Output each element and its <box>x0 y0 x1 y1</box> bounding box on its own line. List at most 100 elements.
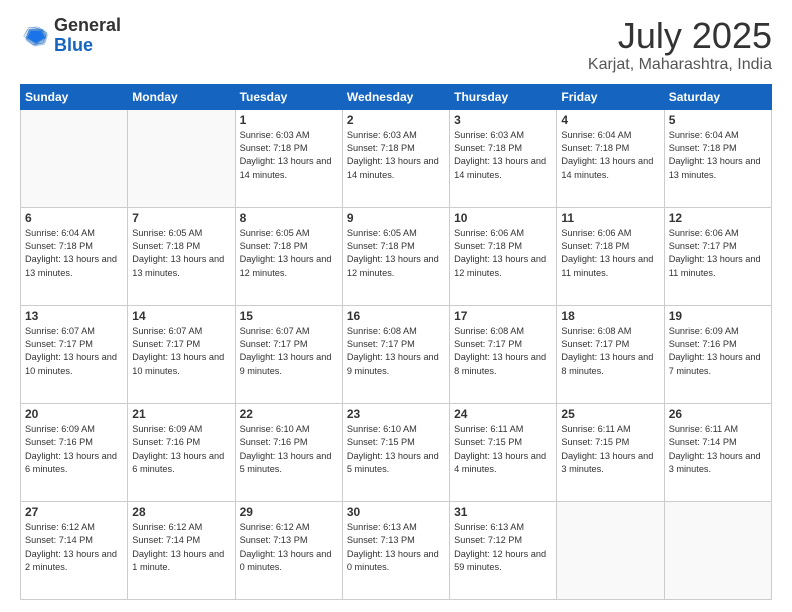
day-number: 19 <box>669 309 767 323</box>
day-number: 21 <box>132 407 230 421</box>
day-info: Sunrise: 6:07 AM Sunset: 7:17 PM Dayligh… <box>132 325 230 378</box>
day-number: 31 <box>454 505 552 519</box>
day-number: 23 <box>347 407 445 421</box>
day-info: Sunrise: 6:09 AM Sunset: 7:16 PM Dayligh… <box>132 423 230 476</box>
calendar-cell: 11 Sunrise: 6:06 AM Sunset: 7:18 PM Dayli… <box>557 207 664 305</box>
calendar-cell: 13 Sunrise: 6:07 AM Sunset: 7:17 PM Dayli… <box>21 305 128 403</box>
day-info: Sunrise: 6:11 AM Sunset: 7:15 PM Dayligh… <box>561 423 659 476</box>
day-number: 1 <box>240 113 338 127</box>
day-number: 26 <box>669 407 767 421</box>
day-number: 10 <box>454 211 552 225</box>
calendar-cell: 19 Sunrise: 6:09 AM Sunset: 7:16 PM Dayli… <box>664 305 771 403</box>
calendar-week-5: 27 Sunrise: 6:12 AM Sunset: 7:14 PM Dayli… <box>21 501 772 599</box>
calendar-cell: 20 Sunrise: 6:09 AM Sunset: 7:16 PM Dayli… <box>21 403 128 501</box>
day-number: 9 <box>347 211 445 225</box>
logo-inner: General Blue <box>20 16 121 56</box>
day-number: 25 <box>561 407 659 421</box>
day-number: 28 <box>132 505 230 519</box>
day-info: Sunrise: 6:10 AM Sunset: 7:15 PM Dayligh… <box>347 423 445 476</box>
calendar-cell: 7 Sunrise: 6:05 AM Sunset: 7:18 PM Daylig… <box>128 207 235 305</box>
calendar-week-2: 6Sunrise: 6:04 AM Sunset: 7:18 PM Daylig… <box>21 207 772 305</box>
calendar-cell: 27 Sunrise: 6:12 AM Sunset: 7:14 PM Dayli… <box>21 501 128 599</box>
header-row: Sunday Monday Tuesday Wednesday Thursday… <box>21 84 772 109</box>
day-number: 29 <box>240 505 338 519</box>
calendar-cell: 24 Sunrise: 6:11 AM Sunset: 7:15 PM Dayli… <box>450 403 557 501</box>
calendar-cell: 14 Sunrise: 6:07 AM Sunset: 7:17 PM Dayli… <box>128 305 235 403</box>
day-number: 12 <box>669 211 767 225</box>
day-number: 5 <box>669 113 767 127</box>
day-info: Sunrise: 6:06 AM Sunset: 7:18 PM Dayligh… <box>454 227 552 280</box>
day-info: Sunrise: 6:11 AM Sunset: 7:15 PM Dayligh… <box>454 423 552 476</box>
logo: General Blue <box>20 16 121 56</box>
calendar-cell: 28 Sunrise: 6:12 AM Sunset: 7:14 PM Dayli… <box>128 501 235 599</box>
calendar-cell: 9 Sunrise: 6:05 AM Sunset: 7:18 PM Daylig… <box>342 207 449 305</box>
logo-text: General Blue <box>54 16 121 56</box>
day-number: 27 <box>25 505 123 519</box>
calendar-cell: 12 Sunrise: 6:06 AM Sunset: 7:17 PM Dayli… <box>664 207 771 305</box>
calendar-cell: 15 Sunrise: 6:07 AM Sunset: 7:17 PM Dayli… <box>235 305 342 403</box>
day-info: Sunrise: 6:08 AM Sunset: 7:17 PM Dayligh… <box>561 325 659 378</box>
day-number: 16 <box>347 309 445 323</box>
calendar-header: Sunday Monday Tuesday Wednesday Thursday… <box>21 84 772 109</box>
day-info: Sunrise: 6:13 AM Sunset: 7:13 PM Dayligh… <box>347 521 445 574</box>
day-info: Sunrise: 6:09 AM Sunset: 7:16 PM Dayligh… <box>25 423 123 476</box>
calendar-cell: 5 Sunrise: 6:04 AM Sunset: 7:18 PM Daylig… <box>664 109 771 207</box>
day-info: Sunrise: 6:04 AM Sunset: 7:18 PM Dayligh… <box>561 129 659 182</box>
day-info: Sunrise: 6:07 AM Sunset: 7:17 PM Dayligh… <box>240 325 338 378</box>
day-info: Sunrise: 6:04 AM Sunset: 7:18 PM Dayligh… <box>25 227 123 280</box>
calendar-cell: 25 Sunrise: 6:11 AM Sunset: 7:15 PM Dayli… <box>557 403 664 501</box>
calendar-cell: 16 Sunrise: 6:08 AM Sunset: 7:17 PM Dayli… <box>342 305 449 403</box>
day-number: 18 <box>561 309 659 323</box>
calendar-week-1: 1 Sunrise: 6:03 AM Sunset: 7:18 PM Daylig… <box>21 109 772 207</box>
day-info: Sunrise: 6:05 AM Sunset: 7:18 PM Dayligh… <box>240 227 338 280</box>
day-number: 22 <box>240 407 338 421</box>
col-saturday: Saturday <box>664 84 771 109</box>
day-info: Sunrise: 6:03 AM Sunset: 7:18 PM Dayligh… <box>240 129 338 182</box>
day-info: Sunrise: 6:05 AM Sunset: 7:18 PM Dayligh… <box>132 227 230 280</box>
day-number: 11 <box>561 211 659 225</box>
day-number: 7 <box>132 211 230 225</box>
day-info: Sunrise: 6:04 AM Sunset: 7:18 PM Dayligh… <box>669 129 767 182</box>
day-info: Sunrise: 6:13 AM Sunset: 7:12 PM Dayligh… <box>454 521 552 574</box>
calendar-cell: 8Sunrise: 6:05 AM Sunset: 7:18 PM Daylig… <box>235 207 342 305</box>
day-info: Sunrise: 6:08 AM Sunset: 7:17 PM Dayligh… <box>347 325 445 378</box>
calendar-cell <box>128 109 235 207</box>
logo-general-text: General <box>54 16 121 36</box>
header: General Blue July 2025 Karjat, Maharasht… <box>20 16 772 74</box>
day-info: Sunrise: 6:06 AM Sunset: 7:17 PM Dayligh… <box>669 227 767 280</box>
col-tuesday: Tuesday <box>235 84 342 109</box>
col-sunday: Sunday <box>21 84 128 109</box>
day-number: 2 <box>347 113 445 127</box>
location-subtitle: Karjat, Maharashtra, India <box>588 56 772 74</box>
calendar-cell: 31 Sunrise: 6:13 AM Sunset: 7:12 PM Dayli… <box>450 501 557 599</box>
col-wednesday: Wednesday <box>342 84 449 109</box>
day-info: Sunrise: 6:03 AM Sunset: 7:18 PM Dayligh… <box>454 129 552 182</box>
day-info: Sunrise: 6:12 AM Sunset: 7:13 PM Dayligh… <box>240 521 338 574</box>
day-info: Sunrise: 6:10 AM Sunset: 7:16 PM Dayligh… <box>240 423 338 476</box>
calendar-cell: 18 Sunrise: 6:08 AM Sunset: 7:17 PM Dayli… <box>557 305 664 403</box>
calendar-cell: 23 Sunrise: 6:10 AM Sunset: 7:15 PM Dayli… <box>342 403 449 501</box>
calendar-table: Sunday Monday Tuesday Wednesday Thursday… <box>20 84 772 600</box>
day-info: Sunrise: 6:09 AM Sunset: 7:16 PM Dayligh… <box>669 325 767 378</box>
day-number: 4 <box>561 113 659 127</box>
calendar-cell: 1 Sunrise: 6:03 AM Sunset: 7:18 PM Daylig… <box>235 109 342 207</box>
col-thursday: Thursday <box>450 84 557 109</box>
calendar-cell: 30Sunrise: 6:13 AM Sunset: 7:13 PM Dayli… <box>342 501 449 599</box>
calendar-cell: 17Sunrise: 6:08 AM Sunset: 7:17 PM Dayli… <box>450 305 557 403</box>
calendar-cell: 3Sunrise: 6:03 AM Sunset: 7:18 PM Daylig… <box>450 109 557 207</box>
day-number: 13 <box>25 309 123 323</box>
day-number: 20 <box>25 407 123 421</box>
calendar-cell <box>21 109 128 207</box>
calendar-cell: 26Sunrise: 6:11 AM Sunset: 7:14 PM Dayli… <box>664 403 771 501</box>
day-number: 17 <box>454 309 552 323</box>
day-number: 15 <box>240 309 338 323</box>
calendar-week-4: 20 Sunrise: 6:09 AM Sunset: 7:16 PM Dayli… <box>21 403 772 501</box>
day-info: Sunrise: 6:05 AM Sunset: 7:18 PM Dayligh… <box>347 227 445 280</box>
day-info: Sunrise: 6:07 AM Sunset: 7:17 PM Dayligh… <box>25 325 123 378</box>
day-info: Sunrise: 6:12 AM Sunset: 7:14 PM Dayligh… <box>132 521 230 574</box>
calendar-cell: 2Sunrise: 6:03 AM Sunset: 7:18 PM Daylig… <box>342 109 449 207</box>
day-number: 14 <box>132 309 230 323</box>
day-info: Sunrise: 6:12 AM Sunset: 7:14 PM Dayligh… <box>25 521 123 574</box>
day-number: 24 <box>454 407 552 421</box>
day-info: Sunrise: 6:06 AM Sunset: 7:18 PM Dayligh… <box>561 227 659 280</box>
